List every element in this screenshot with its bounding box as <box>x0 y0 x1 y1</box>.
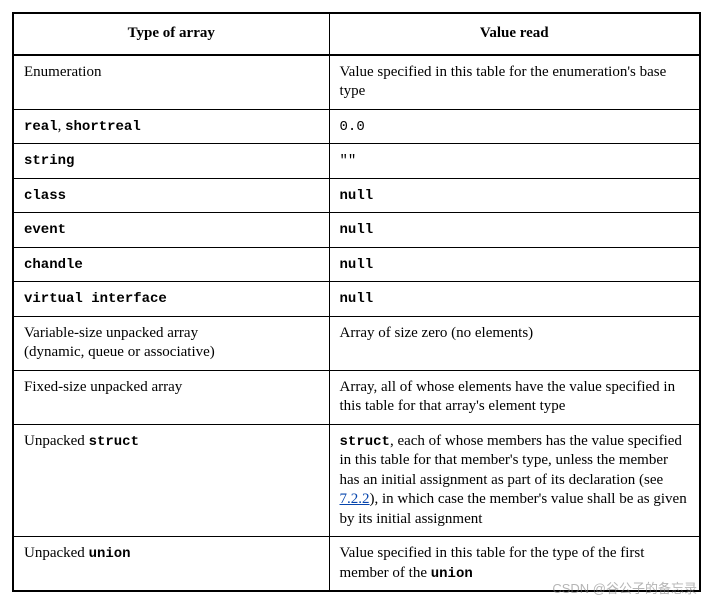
cell-type: Fixed-size unpacked array <box>13 370 329 424</box>
header-type-of-array: Type of array <box>13 13 329 55</box>
cell-value: Value specified in this table for the en… <box>329 55 700 110</box>
keyword-real: real <box>24 119 58 135</box>
value-empty-string: "" <box>340 153 357 169</box>
cell-type: real, shortreal <box>13 109 329 144</box>
cell-value: "" <box>329 144 700 179</box>
value-null: null <box>340 188 374 204</box>
table-row: chandle null <box>13 247 700 282</box>
header-value-read: Value read <box>329 13 700 55</box>
cell-type: Variable-size unpacked array (dynamic, q… <box>13 316 329 370</box>
cell-type: event <box>13 213 329 248</box>
cell-type: string <box>13 144 329 179</box>
keyword-virtual-interface: virtual interface <box>24 291 167 307</box>
cell-value: null <box>329 178 700 213</box>
table-row: string "" <box>13 144 700 179</box>
value-text-2: ), in which case the member's value shal… <box>340 491 687 527</box>
cell-value: Array, all of whose elements have the va… <box>329 370 700 424</box>
separator: , <box>58 118 66 134</box>
cell-type: Unpacked struct <box>13 424 329 537</box>
default-values-table: Type of array Value read Enumeration Val… <box>12 12 701 592</box>
keyword-shortreal: shortreal <box>65 119 141 135</box>
cell-type: Unpacked union <box>13 537 329 592</box>
label-prefix: Unpacked <box>24 433 89 449</box>
cell-value: struct, each of whose members has the va… <box>329 424 700 537</box>
value-keyword-struct: struct <box>340 434 390 450</box>
value-null: null <box>340 222 374 238</box>
table-row: event null <box>13 213 700 248</box>
cell-value: 0.0 <box>329 109 700 144</box>
table-row: Unpacked union Value specified in this t… <box>13 537 700 592</box>
value-zero: 0.0 <box>340 119 365 135</box>
cell-type: chandle <box>13 247 329 282</box>
label-line2: (dynamic, queue or associative) <box>24 344 215 360</box>
table-row: Fixed-size unpacked array Array, all of … <box>13 370 700 424</box>
value-null: null <box>340 257 374 273</box>
value-text-1: , each of whose members has the value sp… <box>340 433 682 488</box>
value-text-1: Value specified in this table for the ty… <box>340 545 645 581</box>
keyword-string: string <box>24 153 74 169</box>
cell-value: null <box>329 213 700 248</box>
keyword-chandle: chandle <box>24 257 83 273</box>
table-row: real, shortreal 0.0 <box>13 109 700 144</box>
cell-type: class <box>13 178 329 213</box>
link-7-2-2[interactable]: 7.2.2 <box>340 491 370 507</box>
table-row: class null <box>13 178 700 213</box>
table-row: Unpacked struct struct, each of whose me… <box>13 424 700 537</box>
cell-type: Enumeration <box>13 55 329 110</box>
cell-value: Value specified in this table for the ty… <box>329 537 700 592</box>
cell-value: null <box>329 282 700 317</box>
cell-type: virtual interface <box>13 282 329 317</box>
keyword-class: class <box>24 188 66 204</box>
label-line1: Variable-size unpacked array <box>24 325 198 341</box>
keyword-struct: struct <box>89 434 139 450</box>
cell-value: Array of size zero (no elements) <box>329 316 700 370</box>
cell-value: null <box>329 247 700 282</box>
label-prefix: Unpacked <box>24 545 89 561</box>
value-null: null <box>340 291 374 307</box>
table-row: Enumeration Value specified in this tabl… <box>13 55 700 110</box>
table-header-row: Type of array Value read <box>13 13 700 55</box>
keyword-union: union <box>89 546 131 562</box>
value-keyword-union: union <box>431 566 473 582</box>
table-row: Variable-size unpacked array (dynamic, q… <box>13 316 700 370</box>
table-row: virtual interface null <box>13 282 700 317</box>
keyword-event: event <box>24 222 66 238</box>
